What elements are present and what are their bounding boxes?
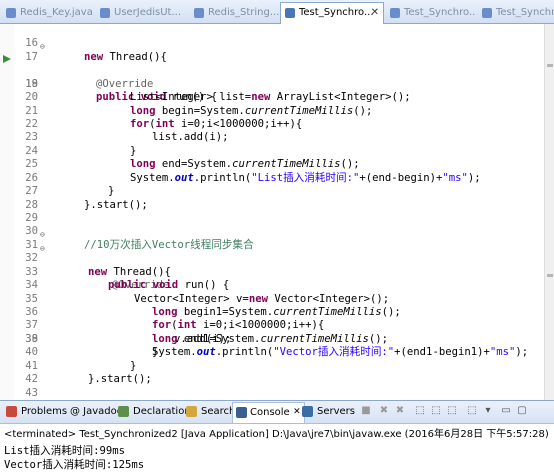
console-icon: [236, 407, 247, 418]
annotation-mark[interactable]: [547, 64, 553, 67]
java-file-icon: [6, 8, 16, 18]
console-panel: Problems @ Javadoc Declaration Search Co…: [0, 400, 554, 472]
pin-console-icon[interactable]: ⬚: [466, 405, 478, 417]
tab-label: UserJedisUt...: [114, 7, 182, 18]
tab-problems[interactable]: Problems: [6, 406, 67, 417]
code-editor-tail: [0, 24, 554, 400]
tab-test-synchro-2[interactable]: Test_Synchro...: [386, 3, 476, 23]
maximize-icon[interactable]: ▢: [516, 405, 528, 417]
java-file-icon: [390, 8, 400, 18]
declaration-icon: [118, 406, 129, 417]
tab-redis-string[interactable]: Redis_String...: [190, 3, 280, 23]
tab-label: Test_Synchro...: [299, 7, 374, 18]
close-icon[interactable]: ✕: [293, 407, 301, 417]
tab-label: Redis_Key.java: [20, 7, 92, 18]
java-file-icon: [194, 8, 204, 18]
editor-tab-bar: Redis_Key.java UserJedisUt... Redis_Stri…: [0, 0, 554, 24]
tab-label: Test_Synchro...: [496, 7, 554, 18]
tab-redis-key[interactable]: Redis_Key.java: [2, 3, 92, 23]
word-wrap-icon[interactable]: ⬚: [446, 405, 458, 417]
tab-user-jedis[interactable]: UserJedisUt...: [96, 3, 188, 23]
clear-console-icon[interactable]: ⬚: [414, 405, 426, 417]
tab-test-synchro-3[interactable]: Test_Synchro...: [478, 3, 554, 23]
console-toolbar: ■ ✖ ✖ ⬚ ⬚ ⬚ ⬚ ▾ ▭ ▢: [360, 405, 550, 419]
scroll-lock-icon[interactable]: ⬚: [430, 405, 442, 417]
tab-javadoc[interactable]: @ Javadoc: [70, 406, 122, 417]
tab-label: Redis_String...: [208, 7, 280, 18]
tab-test-synchro-active[interactable]: Test_Synchro... ✕: [280, 2, 384, 24]
tab-label: Test_Synchro...: [404, 7, 476, 18]
annotation-mark[interactable]: [547, 274, 553, 277]
java-file-icon: [482, 8, 492, 18]
terminate-icon[interactable]: ■: [360, 405, 372, 417]
view-tab-bar: Problems @ Javadoc Declaration Search Co…: [0, 401, 554, 424]
tab-declaration[interactable]: Declaration: [118, 406, 191, 417]
close-icon[interactable]: ✕: [371, 7, 379, 18]
remove-launch-icon[interactable]: ✖: [378, 405, 390, 417]
terminated-status: <terminated> Test_Synchronized2 [Java Ap…: [4, 429, 549, 440]
java-file-icon: [285, 8, 295, 18]
java-file-icon: [100, 8, 110, 18]
minimize-icon[interactable]: ▭: [500, 405, 512, 417]
console-output-line: Vector插入消耗时间:125ms: [4, 459, 145, 471]
overview-ruler[interactable]: [544, 24, 554, 400]
tab-servers[interactable]: Servers: [302, 406, 355, 417]
display-console-dropdown-icon[interactable]: ▾: [482, 405, 494, 417]
remove-all-icon[interactable]: ✖: [394, 405, 406, 417]
search-icon: [186, 406, 197, 417]
tab-console[interactable]: Console ✕: [232, 402, 305, 423]
console-output-line: List插入消耗时间:99ms: [4, 445, 125, 457]
tab-search[interactable]: Search: [186, 406, 235, 417]
servers-icon: [302, 406, 313, 417]
problems-icon: [6, 406, 17, 417]
